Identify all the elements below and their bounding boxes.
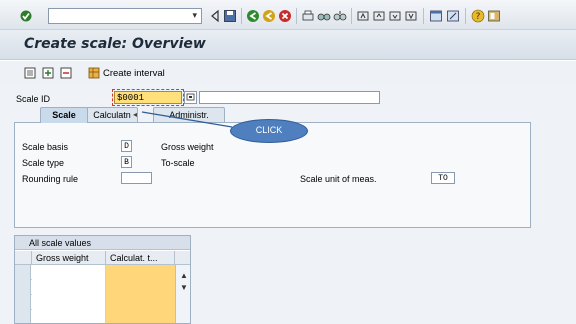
enter-check-icon[interactable] — [20, 10, 32, 22]
help-icon[interactable]: ? — [471, 9, 485, 23]
chevron-down-icon[interactable]: ▾ — [192, 10, 197, 21]
scale-type-label: Scale type — [22, 158, 65, 168]
all-scale-values-table: All scale values Gross weight Calculat. … — [14, 235, 191, 324]
row-selector[interactable] — [15, 265, 31, 280]
scale-basis-label: Scale basis — [22, 142, 69, 152]
scroll-up-icon[interactable]: ▲ — [180, 271, 188, 280]
create-interval-label: Create interval — [103, 67, 165, 79]
first-page-icon[interactable] — [356, 9, 370, 23]
table-header: Gross weight Calculat. t... — [15, 251, 190, 265]
command-field[interactable]: ▾ — [48, 8, 202, 24]
tab-scale[interactable]: Scale — [40, 107, 88, 123]
rounding-rule-field[interactable] — [121, 172, 152, 184]
table-row[interactable] — [15, 265, 175, 280]
customize-layout-icon[interactable] — [487, 9, 501, 23]
table-scrollbar[interactable]: ▲ ▼ — [175, 265, 190, 323]
back-icon[interactable] — [246, 9, 260, 23]
calculation-type-cell[interactable] — [106, 280, 175, 295]
possible-entries-icon — [186, 93, 195, 101]
scale-unit-field[interactable]: TO — [431, 172, 455, 184]
table-row[interactable] — [15, 280, 175, 295]
scale-unit-label: Scale unit of meas. — [300, 174, 377, 184]
find-icon[interactable] — [317, 9, 331, 23]
row-selector[interactable] — [15, 295, 31, 310]
column-calculation-type[interactable]: Calculat. t... — [106, 251, 175, 265]
table-icon — [88, 67, 100, 79]
table-row[interactable] — [15, 310, 175, 323]
page-title: Create scale: Overview — [24, 36, 206, 52]
cancel-icon[interactable] — [278, 9, 292, 23]
display-icon[interactable] — [24, 67, 36, 79]
scale-type-field[interactable]: B — [121, 156, 132, 168]
create-interval-button[interactable]: Create interval — [88, 67, 165, 79]
row-selector[interactable] — [15, 310, 31, 323]
calculation-type-cell[interactable] — [106, 265, 175, 280]
rounding-rule-label: Rounding rule — [22, 174, 79, 184]
tab-administration[interactable]: Administr. — [153, 107, 225, 122]
scale-id-field[interactable]: $0001 — [114, 91, 182, 104]
scale-id-label: Scale ID — [16, 94, 51, 104]
last-page-icon[interactable] — [404, 9, 418, 23]
table-row[interactable] — [15, 295, 175, 310]
scale-basis-field[interactable]: D — [121, 140, 132, 152]
click-callout: CLICK — [230, 119, 308, 143]
tab-calculation[interactable]: Calculatn — [86, 107, 138, 122]
gross-weight-cell[interactable] — [32, 295, 106, 310]
gross-weight-cell[interactable] — [32, 265, 106, 280]
new-session-icon[interactable] — [429, 9, 443, 23]
shortcut-icon[interactable] — [446, 9, 460, 23]
arrow-left-icon: ◂ — [133, 110, 138, 119]
title-bar: Create scale: Overview — [0, 30, 576, 60]
application-toolbar: Create interval — [0, 61, 576, 85]
scale-basis-text: Gross weight — [161, 142, 214, 152]
print-icon[interactable] — [301, 9, 315, 23]
insert-row-icon[interactable] — [42, 67, 54, 79]
exit-icon[interactable] — [262, 9, 276, 23]
table-title: All scale values — [15, 236, 190, 250]
scale-description-field[interactable] — [199, 91, 380, 104]
svg-text:?: ? — [476, 12, 481, 22]
search-help-button[interactable] — [184, 91, 197, 104]
scale-type-text: To-scale — [161, 158, 195, 168]
save-icon[interactable] — [223, 9, 237, 23]
gross-weight-cell[interactable] — [32, 310, 106, 323]
delete-row-icon[interactable] — [60, 67, 72, 79]
next-page-icon[interactable] — [388, 9, 402, 23]
back-small-icon[interactable] — [208, 9, 222, 23]
previous-page-icon[interactable] — [372, 9, 386, 23]
column-gross-weight[interactable]: Gross weight — [32, 251, 106, 265]
calculation-type-cell[interactable] — [106, 295, 175, 310]
find-next-icon[interactable] — [333, 9, 347, 23]
row-selector[interactable] — [15, 280, 31, 295]
gross-weight-cell[interactable] — [32, 280, 106, 295]
select-all-cell[interactable] — [15, 251, 32, 265]
system-toolbar: ▾ ? — [0, 0, 576, 30]
calculation-type-cell[interactable] — [106, 310, 175, 323]
scroll-down-icon[interactable]: ▼ — [180, 283, 188, 292]
